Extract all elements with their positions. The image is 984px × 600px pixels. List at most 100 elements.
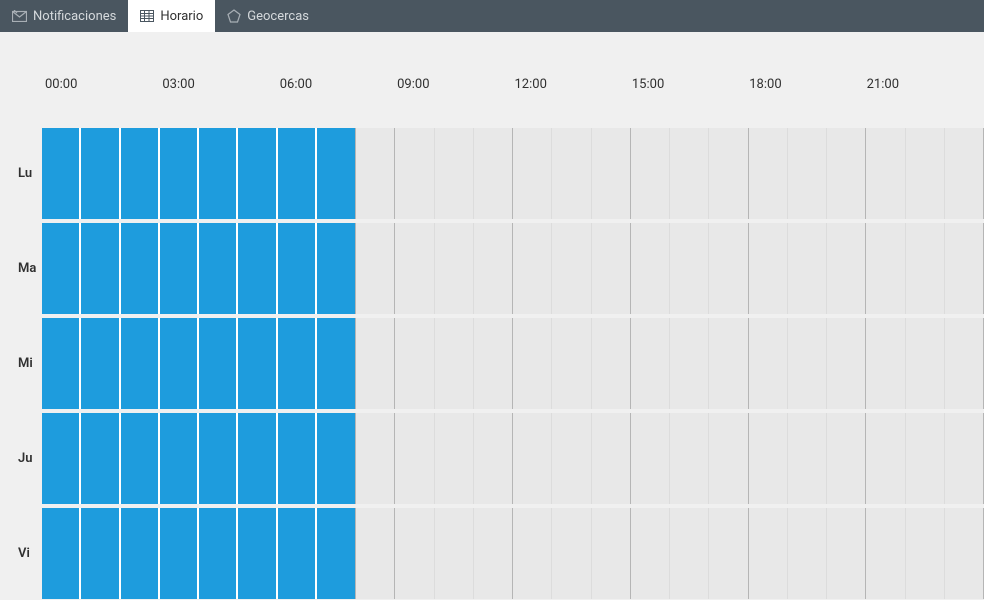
hour-cell[interactable] xyxy=(709,223,748,314)
hour-cell[interactable] xyxy=(199,223,238,314)
hour-cell[interactable] xyxy=(474,413,513,504)
hour-cell[interactable] xyxy=(317,413,356,504)
hour-cell[interactable] xyxy=(945,413,984,504)
hour-cell[interactable] xyxy=(749,223,788,314)
hour-cell[interactable] xyxy=(395,128,434,219)
hour-cell[interactable] xyxy=(395,223,434,314)
hour-cell[interactable] xyxy=(42,128,81,219)
hour-cell[interactable] xyxy=(945,508,984,599)
hour-cell[interactable] xyxy=(709,318,748,409)
hour-cell[interactable] xyxy=(749,508,788,599)
hour-cell[interactable] xyxy=(906,128,945,219)
hour-cell[interactable] xyxy=(238,508,277,599)
day-grid[interactable] xyxy=(42,413,984,504)
hour-cell[interactable] xyxy=(81,508,120,599)
hour-cell[interactable] xyxy=(121,413,160,504)
hour-cell[interactable] xyxy=(317,318,356,409)
hour-cell[interactable] xyxy=(160,413,199,504)
hour-cell[interactable] xyxy=(749,128,788,219)
day-grid[interactable] xyxy=(42,128,984,219)
tab-geocercas[interactable]: Geocercas xyxy=(215,0,321,32)
hour-cell[interactable] xyxy=(278,318,317,409)
hour-cell[interactable] xyxy=(670,318,709,409)
hour-cell[interactable] xyxy=(160,508,199,599)
hour-cell[interactable] xyxy=(356,413,395,504)
hour-cell[interactable] xyxy=(827,128,866,219)
hour-cell[interactable] xyxy=(709,413,748,504)
hour-cell[interactable] xyxy=(552,223,591,314)
hour-cell[interactable] xyxy=(592,128,631,219)
hour-cell[interactable] xyxy=(395,318,434,409)
hour-cell[interactable] xyxy=(42,223,81,314)
hour-cell[interactable] xyxy=(435,508,474,599)
hour-cell[interactable] xyxy=(278,508,317,599)
hour-cell[interactable] xyxy=(356,318,395,409)
hour-cell[interactable] xyxy=(81,128,120,219)
hour-cell[interactable] xyxy=(552,413,591,504)
hour-cell[interactable] xyxy=(435,128,474,219)
hour-cell[interactable] xyxy=(670,413,709,504)
hour-cell[interactable] xyxy=(435,318,474,409)
hour-cell[interactable] xyxy=(866,508,905,599)
hour-cell[interactable] xyxy=(866,128,905,219)
hour-cell[interactable] xyxy=(552,128,591,219)
hour-cell[interactable] xyxy=(827,413,866,504)
hour-cell[interactable] xyxy=(278,223,317,314)
hour-cell[interactable] xyxy=(513,223,552,314)
hour-cell[interactable] xyxy=(317,508,356,599)
hour-cell[interactable] xyxy=(474,508,513,599)
tab-horario[interactable]: Horario xyxy=(128,0,215,32)
hour-cell[interactable] xyxy=(121,128,160,219)
hour-cell[interactable] xyxy=(631,318,670,409)
hour-cell[interactable] xyxy=(592,508,631,599)
hour-cell[interactable] xyxy=(42,413,81,504)
hour-cell[interactable] xyxy=(395,508,434,599)
hour-cell[interactable] xyxy=(788,128,827,219)
hour-cell[interactable] xyxy=(592,413,631,504)
hour-cell[interactable] xyxy=(199,508,238,599)
hour-cell[interactable] xyxy=(945,128,984,219)
hour-cell[interactable] xyxy=(121,508,160,599)
hour-cell[interactable] xyxy=(278,413,317,504)
hour-cell[interactable] xyxy=(199,318,238,409)
hour-cell[interactable] xyxy=(945,223,984,314)
hour-cell[interactable] xyxy=(906,318,945,409)
hour-cell[interactable] xyxy=(474,223,513,314)
hour-cell[interactable] xyxy=(42,318,81,409)
hour-cell[interactable] xyxy=(631,508,670,599)
day-grid[interactable] xyxy=(42,508,984,599)
hour-cell[interactable] xyxy=(81,223,120,314)
hour-cell[interactable] xyxy=(592,318,631,409)
hour-cell[interactable] xyxy=(238,318,277,409)
hour-cell[interactable] xyxy=(160,223,199,314)
hour-cell[interactable] xyxy=(81,413,120,504)
hour-cell[interactable] xyxy=(513,413,552,504)
hour-cell[interactable] xyxy=(827,318,866,409)
hour-cell[interactable] xyxy=(788,508,827,599)
hour-cell[interactable] xyxy=(474,318,513,409)
hour-cell[interactable] xyxy=(906,223,945,314)
hour-cell[interactable] xyxy=(631,128,670,219)
hour-cell[interactable] xyxy=(749,413,788,504)
tab-notificaciones[interactable]: Notificaciones xyxy=(0,0,128,32)
hour-cell[interactable] xyxy=(238,223,277,314)
day-grid[interactable] xyxy=(42,318,984,409)
hour-cell[interactable] xyxy=(670,223,709,314)
hour-cell[interactable] xyxy=(631,223,670,314)
day-grid[interactable] xyxy=(42,223,984,314)
hour-cell[interactable] xyxy=(513,318,552,409)
hour-cell[interactable] xyxy=(317,223,356,314)
hour-cell[interactable] xyxy=(906,508,945,599)
hour-cell[interactable] xyxy=(749,318,788,409)
hour-cell[interactable] xyxy=(199,128,238,219)
hour-cell[interactable] xyxy=(670,128,709,219)
hour-cell[interactable] xyxy=(238,413,277,504)
hour-cell[interactable] xyxy=(395,413,434,504)
hour-cell[interactable] xyxy=(709,508,748,599)
hour-cell[interactable] xyxy=(866,413,905,504)
hour-cell[interactable] xyxy=(435,413,474,504)
hour-cell[interactable] xyxy=(121,223,160,314)
hour-cell[interactable] xyxy=(788,223,827,314)
hour-cell[interactable] xyxy=(552,318,591,409)
hour-cell[interactable] xyxy=(42,508,81,599)
